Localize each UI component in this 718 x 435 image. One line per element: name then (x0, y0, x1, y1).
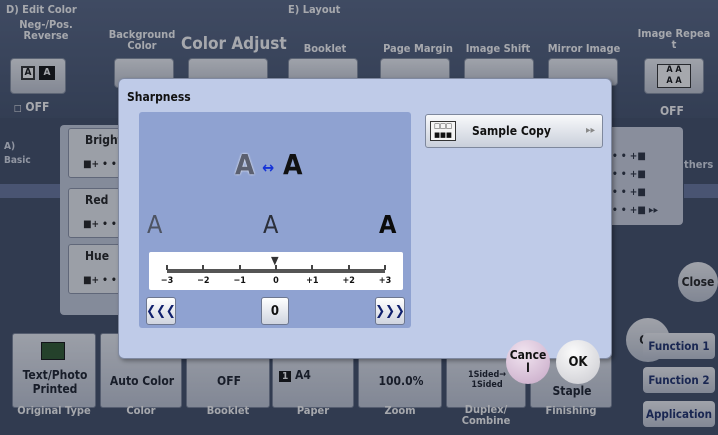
scale-tick-mark (238, 265, 241, 270)
increase-button[interactable]: ❯❯❯ (375, 297, 405, 325)
scale-tick-label: −2 (197, 276, 210, 286)
sharpness-scale[interactable]: −3 −2 −1 0 +1 +2 +3 ▼ (149, 252, 403, 290)
play-icon: ▸▸ (586, 125, 596, 136)
sample-copy-icon: □□□ ■■■ (430, 121, 456, 141)
scale-tick-mark (202, 265, 205, 270)
sample-copy-label: Sample Copy (472, 124, 551, 138)
sample-copy-button[interactable]: □□□ ■■■ Sample Copy ▸▸ (425, 114, 603, 148)
level-mid-a: A (263, 210, 279, 239)
scale-pointer-icon[interactable]: ▼ (271, 254, 279, 267)
value-display: 0 (261, 297, 289, 325)
cancel-button[interactable]: Cance l (506, 340, 550, 384)
compare-soft-a: A (235, 148, 255, 181)
level-soft-a: A (147, 210, 163, 239)
compare-arrow-icon: ↔ (262, 158, 275, 177)
ok-button[interactable]: OK (556, 340, 600, 384)
scale-tick-label: 0 (273, 276, 279, 286)
dialog-title: Sharpness (127, 90, 191, 104)
scale-tick-mark (166, 265, 168, 270)
scale-tick-label: +2 (342, 276, 355, 286)
scale-tick-mark (311, 265, 314, 270)
sharpness-dialog: Sharpness A ↔ A A A A −3 −2 −1 0 +1 +2 +3 ▼ ❮❮… (118, 78, 612, 359)
decrease-button[interactable]: ❮❮❮ (146, 297, 176, 325)
scale-tick-mark (384, 265, 386, 270)
sharpness-panel: A ↔ A A A A −3 −2 −1 0 +1 +2 +3 ▼ ❮❮❮ 0 ❯❯❯ (139, 112, 411, 328)
scale-tick-label: −1 (233, 276, 246, 286)
scale-tick-mark (347, 265, 350, 270)
level-sharp-a: A (379, 210, 397, 239)
scale-tick-label: −3 (160, 276, 174, 286)
scale-tick-label: +1 (306, 276, 319, 286)
scale-tick-label: +3 (378, 276, 392, 286)
compare-sharp-a: A (283, 148, 303, 181)
